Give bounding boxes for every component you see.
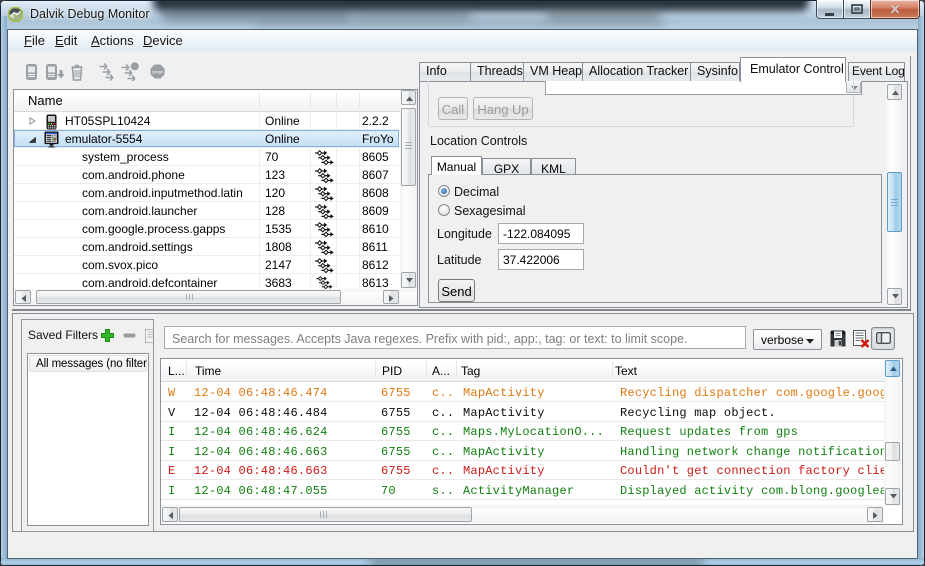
svg-text:STOP: STOP	[152, 69, 163, 74]
